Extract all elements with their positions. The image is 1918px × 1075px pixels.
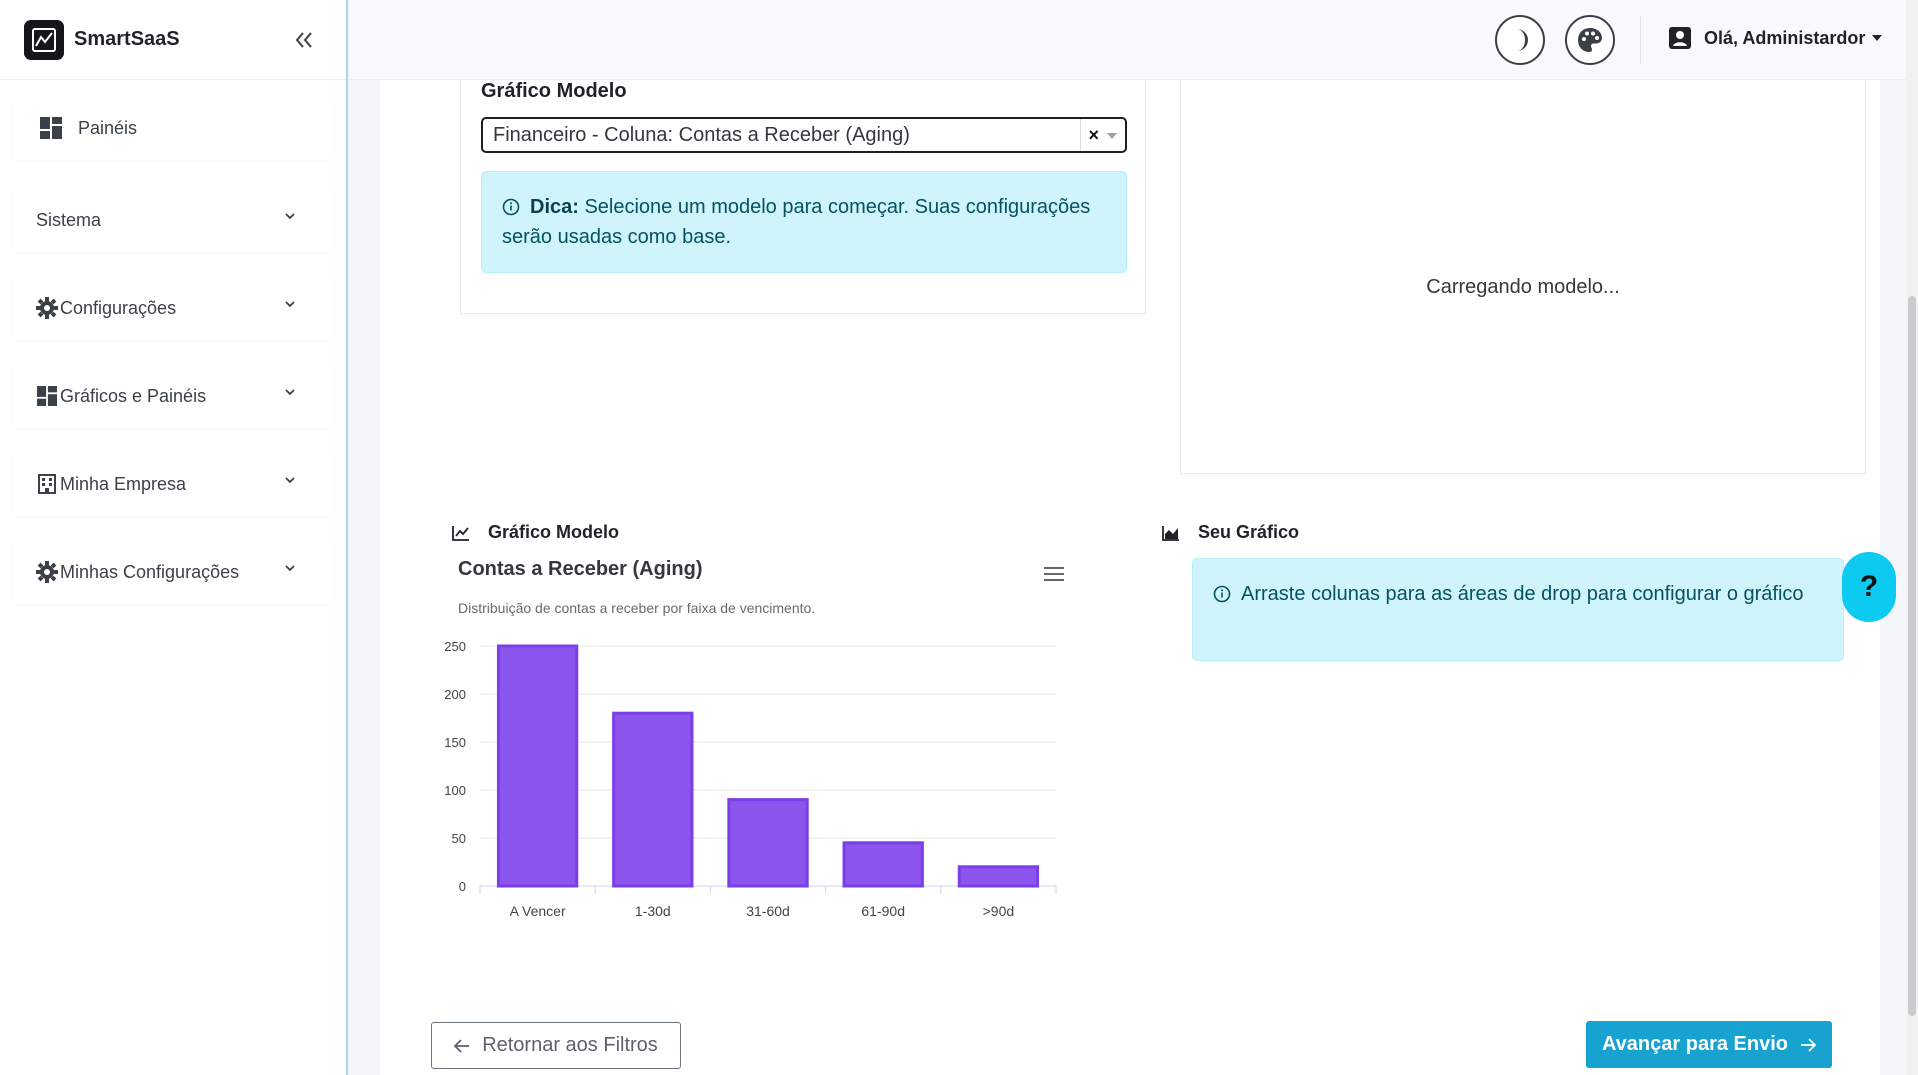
- x-tick-label: 31-60d: [746, 903, 790, 919]
- palette-icon: [1578, 28, 1602, 52]
- sidebar-item-configuracoes[interactable]: Configurações: [12, 276, 334, 340]
- drop-info-alert: Arraste colunas para as áreas de drop pa…: [1192, 558, 1844, 661]
- chevron-down-icon: [285, 477, 295, 484]
- arrow-right-icon: [1800, 1037, 1816, 1052]
- sidebar-item-minha-empresa[interactable]: Minha Empresa: [12, 452, 334, 516]
- collapse-sidebar-button[interactable]: [290, 26, 318, 54]
- chart-canvas: 0 50 100 150 200 250 A Vencer 1-30d 31-60d 61-90d…: [444, 639, 1057, 919]
- dashboard-icon: [36, 385, 58, 407]
- palette-button[interactable]: [1565, 15, 1615, 65]
- y-tick-label: 150: [444, 735, 466, 750]
- user-greeting: Olá, Administardor: [1704, 27, 1866, 48]
- tip-label: Dica:: [530, 196, 579, 218]
- y-tick-label: 50: [452, 831, 466, 846]
- bar: [957, 865, 1040, 888]
- double-chevron-left-icon: [295, 32, 312, 48]
- user-menu[interactable]: Olá, Administardor: [1668, 26, 1883, 50]
- model-chart-header: Gráfico Modelo: [452, 522, 619, 543]
- sidebar-item-graficos-e-paineis[interactable]: Gráficos e Painéis: [12, 364, 334, 428]
- dashboard-icon: [40, 117, 62, 139]
- theme-toggle-button[interactable]: [1495, 15, 1545, 65]
- bar: [727, 798, 809, 888]
- help-button[interactable]: ?: [1842, 552, 1896, 622]
- sidebar-item-label: Painéis: [78, 117, 138, 138]
- sidebar-item-label: Minhas Configurações: [60, 561, 240, 582]
- your-chart-header: Seu Gráfico: [1162, 522, 1299, 543]
- chevron-down-icon: [285, 389, 295, 396]
- tip-text: Selecione um modelo para começar. Suas c…: [502, 196, 1091, 248]
- arrow-left-icon: [454, 1038, 470, 1053]
- your-chart-title: Seu Gráfico: [1198, 522, 1300, 542]
- drop-info-text: Arraste colunas para as áreas de drop pa…: [1241, 583, 1804, 605]
- template-panel-title: Gráfico Modelo: [481, 80, 627, 102]
- bar: [612, 711, 694, 888]
- building-icon: [36, 473, 58, 495]
- sidebar-nav: Painéis Sistema Configurações Gráficos e…: [0, 80, 346, 644]
- tip-alert: Dica: Selecione um modelo para começar. …: [481, 171, 1127, 273]
- sidebar: SmartSaaS Painéis Sistema Configurações: [0, 0, 348, 1075]
- bar: [496, 644, 579, 888]
- preview-panel: Carregando modelo...: [1180, 80, 1866, 474]
- caret-down-icon: [1872, 35, 1883, 41]
- y-tick-label: 100: [444, 783, 466, 798]
- gear-icon: [36, 561, 58, 583]
- template-select-value: Financeiro - Coluna: Contas a Receber (A…: [493, 123, 910, 146]
- gear-icon: [36, 297, 58, 319]
- sidebar-item-label: Sistema: [36, 209, 102, 230]
- sidebar-item-sistema[interactable]: Sistema: [12, 188, 334, 252]
- divider: [1640, 16, 1641, 64]
- clear-selection-icon[interactable]: ×: [1088, 125, 1099, 146]
- line-chart-icon: [452, 525, 470, 541]
- brand: SmartSaaS: [0, 0, 346, 80]
- model-chart-title: Gráfico Modelo: [488, 522, 620, 542]
- info-icon: [502, 198, 520, 216]
- sidebar-item-minhas-configuracoes[interactable]: Minhas Configurações: [12, 540, 334, 604]
- loading-text: Carregando modelo...: [1426, 276, 1620, 298]
- next-button-label: Avançar para Envio: [1601, 1033, 1788, 1055]
- app-name: SmartSaaS: [74, 28, 180, 50]
- x-tick-label: 1-30d: [635, 903, 671, 919]
- x-tick-label: A Vencer: [510, 903, 566, 919]
- dropdown-arrow-icon[interactable]: [1107, 133, 1117, 139]
- y-tick-label: 250: [444, 639, 466, 654]
- x-tick-label: 61-90d: [861, 903, 905, 919]
- back-button-label: Retornar aos Filtros: [482, 1034, 658, 1056]
- y-tick-label: 200: [444, 687, 466, 702]
- user-card-icon: [1669, 27, 1691, 49]
- model-chart: Contas a Receber (Aging) Distribuição de…: [430, 558, 1090, 958]
- template-select[interactable]: Financeiro - Coluna: Contas a Receber (A…: [481, 117, 1127, 153]
- y-tick-label: 0: [459, 879, 466, 894]
- bar: [842, 841, 924, 888]
- sidebar-item-label: Minha Empresa: [60, 473, 187, 494]
- sidebar-item-label: Configurações: [60, 297, 177, 318]
- template-panel: Gráfico Modelo Financeiro - Coluna: Cont…: [460, 80, 1146, 314]
- area-chart-icon: [1162, 525, 1180, 541]
- sidebar-item-paineis[interactable]: Painéis: [12, 96, 334, 160]
- x-tick-label: >90d: [983, 903, 1015, 919]
- sidebar-item-label: Gráficos e Painéis: [60, 385, 207, 406]
- moon-icon: [1517, 29, 1528, 51]
- select-divider: [1080, 119, 1081, 151]
- scrollbar-thumb[interactable]: [1908, 296, 1916, 1016]
- chevron-down-icon: [285, 565, 295, 572]
- topbar: Olá, Administardor: [350, 0, 1918, 80]
- chevron-down-icon: [285, 301, 295, 308]
- advance-to-send-button[interactable]: Avançar para Envio: [1586, 1021, 1832, 1068]
- info-icon: [1213, 585, 1231, 603]
- back-to-filters-button[interactable]: Retornar aos Filtros: [431, 1022, 681, 1069]
- app-logo-icon[interactable]: [24, 19, 64, 60]
- chevron-down-icon: [285, 213, 295, 220]
